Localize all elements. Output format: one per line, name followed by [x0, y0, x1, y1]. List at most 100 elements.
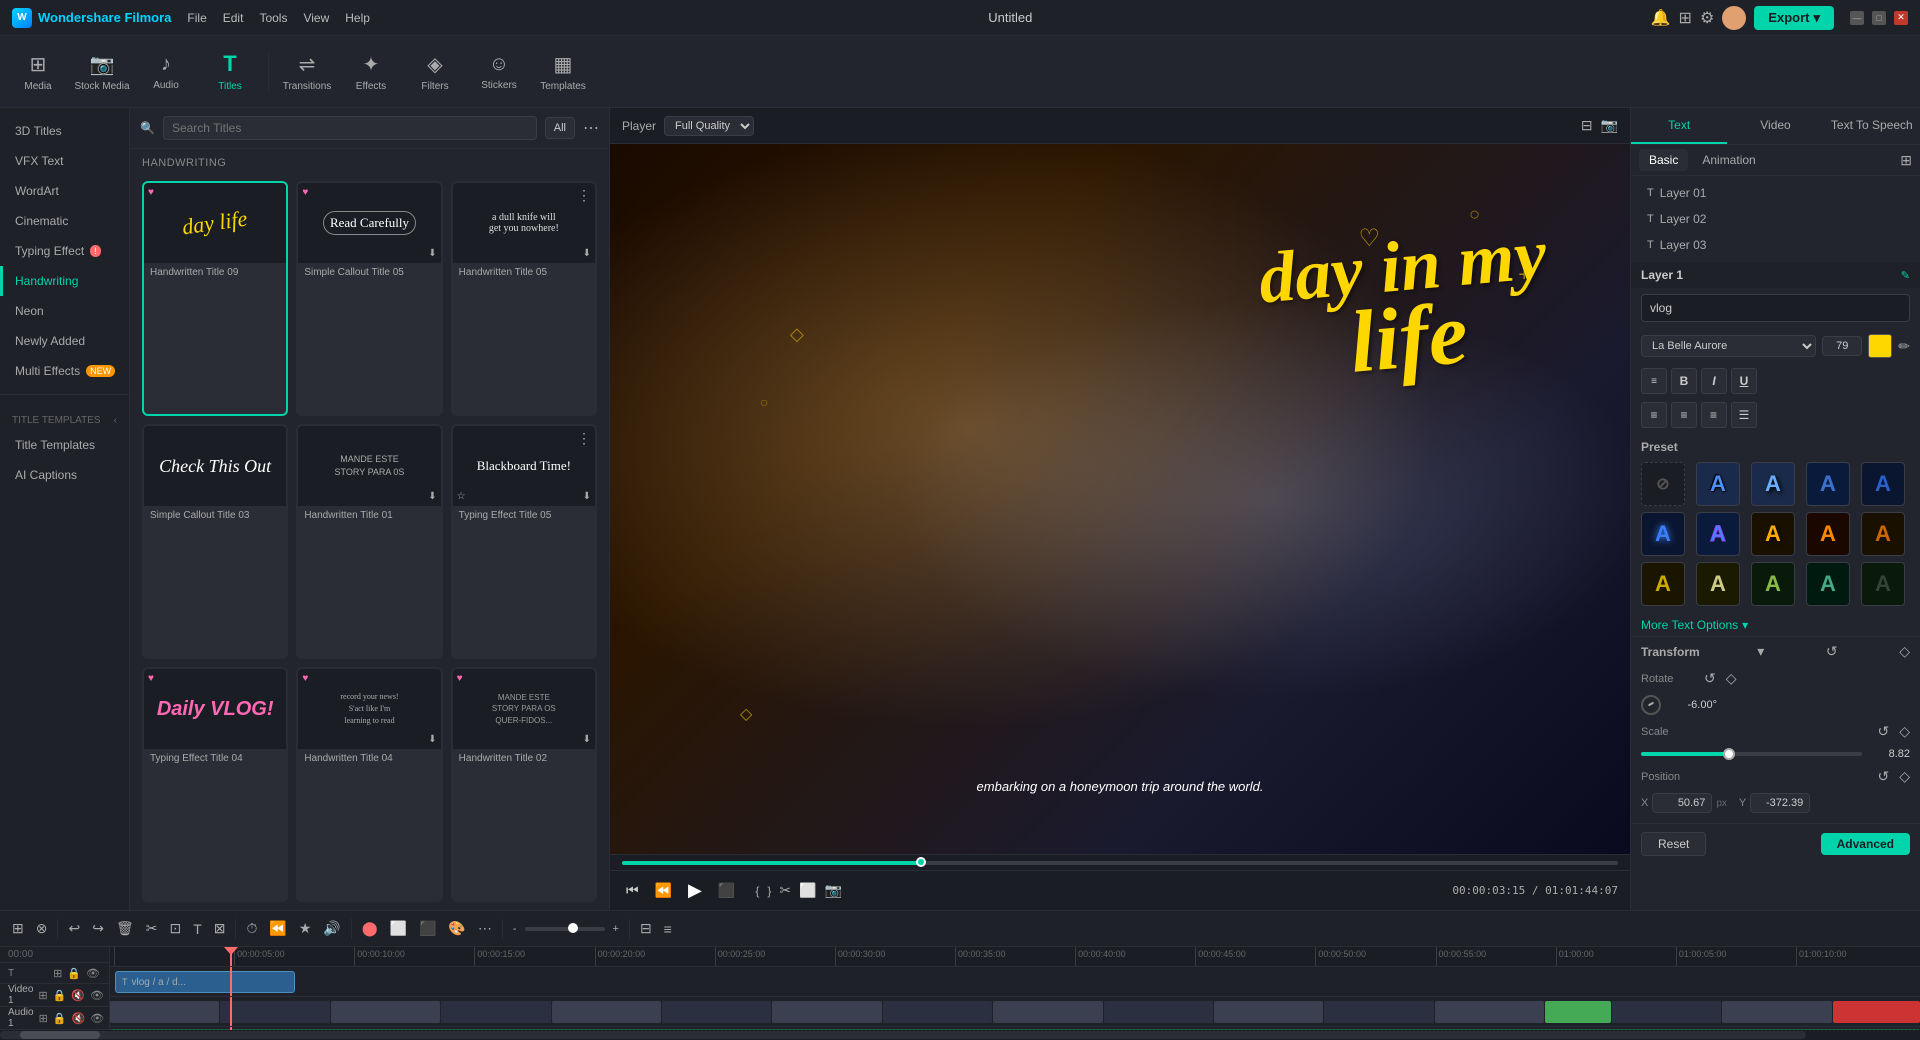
title-clip[interactable]: T vlog / a / d... — [115, 971, 295, 993]
align-center-button[interactable]: ≡ — [1671, 402, 1697, 428]
tl-crop-button[interactable]: ⊠ — [210, 918, 230, 939]
pos-x-input[interactable] — [1652, 793, 1712, 813]
title-card-hw04[interactable]: ♥ record your news!S'act like I'mlearnin… — [296, 667, 442, 902]
notification-icon[interactable]: 🔔 — [1651, 8, 1671, 28]
tl-cut-button[interactable]: ✂ — [142, 918, 162, 939]
tl-collapse-button[interactable]: ≡ — [660, 919, 676, 939]
tab-video[interactable]: Video — [1727, 108, 1823, 144]
tl-layout-button[interactable]: ⊟ — [636, 918, 656, 939]
more-opt-hw05[interactable]: ⋮ — [577, 187, 591, 204]
menu-view[interactable]: View — [303, 11, 329, 25]
more-options-icon[interactable]: ⋯ — [583, 118, 599, 138]
font-size-input[interactable] — [1822, 336, 1862, 356]
search-input[interactable] — [163, 116, 537, 140]
preset-9[interactable]: A — [1861, 512, 1905, 556]
position-reset-icon[interactable]: ↺ — [1877, 768, 1889, 785]
tl-redo-button[interactable]: ↪ — [88, 918, 108, 939]
tl-speed-button[interactable]: ⏱ — [242, 918, 261, 939]
sidebar-item-multi-effects[interactable]: Multi Effects NEW — [0, 356, 129, 386]
preset-2[interactable]: A — [1751, 462, 1795, 506]
filter-button[interactable]: All — [545, 117, 575, 139]
tl-zoom-thumb[interactable] — [568, 923, 578, 933]
tl-merge-button[interactable]: ⬛ — [415, 918, 440, 939]
underline-button[interactable]: U — [1731, 368, 1757, 394]
tool-media[interactable]: ⊞ Media — [8, 42, 68, 102]
v1-lock-icon[interactable]: 🔒 — [52, 988, 68, 1003]
tl-delete-button[interactable]: 🗑 — [112, 918, 138, 939]
pos-y-input[interactable] — [1750, 793, 1810, 813]
stop-button[interactable]: ⬛ — [714, 880, 739, 901]
tl-zoom-in-icon[interactable]: + — [609, 923, 623, 935]
split-view-icon[interactable]: ⊟ — [1581, 117, 1593, 134]
title-card-hw02[interactable]: ♥ MANDE ESTESTORY PARA OSQUER-FIDOS... ⬇… — [451, 667, 597, 902]
tl-audio-button[interactable]: 🔊 — [319, 918, 344, 939]
advanced-button[interactable]: Advanced — [1821, 833, 1910, 855]
tl-reverse-button[interactable]: ⏪ — [265, 918, 290, 939]
subtab-animation[interactable]: Animation — [1692, 149, 1765, 171]
title-card-hw9[interactable]: ♥ day life Handwritten Title 09 — [142, 181, 288, 416]
sidebar-item-title-templates[interactable]: Title Templates — [0, 430, 129, 460]
video-clip-strip[interactable] — [110, 1001, 1920, 1023]
tool-stock-media[interactable]: 📷 Stock Media — [72, 42, 132, 102]
progress-thumb[interactable] — [916, 857, 926, 867]
tl-more-button[interactable]: ⋯ — [474, 918, 496, 939]
color-swatch[interactable] — [1868, 334, 1892, 358]
scale-link-icon[interactable]: ◇ — [1899, 723, 1910, 740]
menu-tools[interactable]: Tools — [259, 11, 287, 25]
tool-transitions[interactable]: ⇌ Transitions — [277, 42, 337, 102]
screenshot-btn[interactable]: 📷 — [825, 882, 842, 899]
tl-effects-button[interactable]: ★ — [295, 918, 316, 939]
sidebar-item-wordart[interactable]: WordArt — [0, 176, 129, 206]
progress-bar[interactable] — [622, 861, 1618, 865]
preset-1[interactable]: A — [1696, 462, 1740, 506]
sidebar-item-neon[interactable]: Neon — [0, 296, 129, 326]
preset-13[interactable]: A — [1806, 562, 1850, 606]
color-picker-icon[interactable]: ✏ — [1898, 338, 1910, 355]
title-card-hw05[interactable]: ⋮ a dull knife willget you nowhere! ⬇ Ha… — [451, 181, 597, 416]
screenshot-icon[interactable]: 📷 — [1601, 117, 1618, 134]
track-add-icon[interactable]: ⊞ — [52, 966, 63, 981]
fit-icon[interactable]: ⬜ — [799, 882, 816, 899]
align-justify-button[interactable]: ☰ — [1731, 402, 1757, 428]
preset-4[interactable]: A — [1861, 462, 1905, 506]
sidebar-item-typing-effect[interactable]: Typing Effect ! — [0, 236, 129, 266]
title-card-typing04[interactable]: ♥ Daily VLOG! Typing Effect Title 04 — [142, 667, 288, 902]
rotate-link-icon[interactable]: ◇ — [1726, 670, 1737, 687]
frame-back-button[interactable]: ⏪ — [651, 880, 676, 901]
align-right-button[interactable]: ≡ — [1701, 402, 1727, 428]
tool-templates[interactable]: ▦ Templates — [533, 42, 593, 102]
sidebar-item-vfx-text[interactable]: VFX Text — [0, 146, 129, 176]
maximize-button[interactable]: □ — [1872, 11, 1886, 25]
a1-mute-icon[interactable]: 🔇 — [71, 1011, 87, 1026]
layer-edit-icon[interactable]: ✎ — [1901, 269, 1910, 282]
timeline-scrollbar[interactable] — [0, 1031, 1806, 1039]
more-opt-typing05[interactable]: ⋮ — [577, 430, 591, 447]
skip-back-button[interactable]: ⏮ — [622, 880, 643, 901]
tl-color-button[interactable]: 🎨 — [444, 918, 469, 939]
mark-in-icon[interactable]: { — [755, 884, 759, 898]
v1-eye-icon[interactable]: 👁 — [89, 988, 105, 1003]
bold-button[interactable]: B — [1671, 368, 1697, 394]
subtab-basic[interactable]: Basic — [1639, 149, 1688, 171]
sidebar-item-ai-captions[interactable]: AI Captions — [0, 460, 129, 490]
layer-item-03[interactable]: T Layer 03 — [1639, 232, 1912, 258]
tl-zoom-out-icon[interactable]: - — [509, 923, 521, 935]
tl-record-button[interactable]: ⬤ — [358, 918, 382, 939]
reset-button[interactable]: Reset — [1641, 832, 1706, 856]
layer-item-01[interactable]: T Layer 01 — [1639, 180, 1912, 206]
tool-audio[interactable]: ♪ Audio — [136, 42, 196, 102]
scale-slider[interactable] — [1641, 752, 1862, 756]
tl-text-button[interactable]: T — [189, 919, 206, 939]
quality-select[interactable]: Full Quality 1/2 Quality 1/4 Quality — [664, 116, 754, 136]
title-card-callout05[interactable]: ♥ Read Carefully ⬇ Simple Callout Title … — [296, 181, 442, 416]
align-left2-button[interactable]: ≡ — [1641, 402, 1667, 428]
rotate-dial[interactable] — [1641, 695, 1661, 715]
preset-14[interactable]: A — [1861, 562, 1905, 606]
font-select[interactable]: La Belle Aurore — [1641, 335, 1816, 357]
title-card-callout03[interactable]: Check This Out Simple Callout Title 03 — [142, 424, 288, 659]
sidebar-item-handwriting[interactable]: Handwriting — [0, 266, 129, 296]
menu-help[interactable]: Help — [345, 11, 370, 25]
tl-snap-button[interactable]: ⊗ — [32, 918, 52, 939]
tl-add-track-button[interactable]: ⊞ — [8, 918, 28, 939]
transform-reset-icon[interactable]: ↺ — [1826, 643, 1838, 660]
